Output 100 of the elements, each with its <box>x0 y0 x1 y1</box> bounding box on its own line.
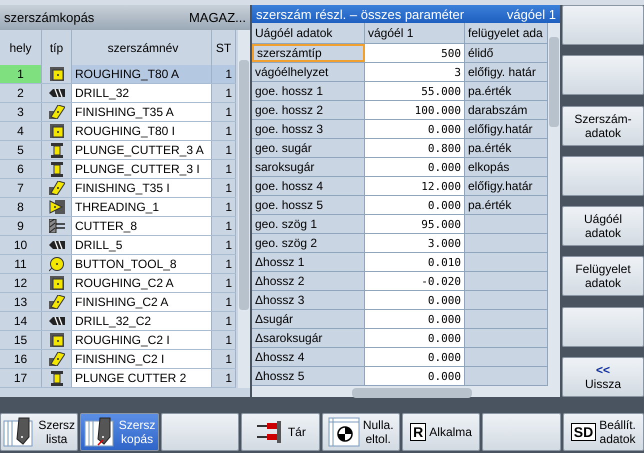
tool-row[interactable]: 16 FINISHING_C2 I 1 <box>0 350 236 369</box>
tool-row[interactable]: 9 CUTTER_8 1 <box>0 217 236 236</box>
table-cell: 8 <box>0 198 42 216</box>
table-cell: 17 <box>0 369 42 387</box>
tool-row[interactable]: 5 PLUNGE_CUTTER_3 A 1 <box>0 141 236 160</box>
table-cell: 0.000 <box>365 329 465 348</box>
table-cell: 1 <box>212 350 236 368</box>
tool-row[interactable]: 14 DRILL_32_C2 1 <box>0 312 236 331</box>
softkey-button[interactable] <box>160 413 240 451</box>
tool-row[interactable]: 11 BUTTON_TOOL_8 1 <box>0 255 236 274</box>
table-cell: 7 <box>0 179 42 197</box>
table-cell[interactable]: szerszámtíp <box>252 44 365 62</box>
table-cell: 1 <box>212 198 236 216</box>
horizontal-scrollbar[interactable] <box>252 386 560 397</box>
softkey-button[interactable]: Tár <box>241 413 320 451</box>
softkey-button[interactable]: Szerszám- adatok <box>562 106 644 146</box>
softkey-button[interactable]: Nulla. eltol. <box>322 413 400 451</box>
drill-icon <box>48 241 64 249</box>
tool-row[interactable]: 4 ROUGHING_T80 I 1 <box>0 122 236 141</box>
tool-row[interactable]: 13 FINISHING_C2 A 1 <box>0 293 236 312</box>
table-cell[interactable]: Δhossz 4 <box>252 348 365 366</box>
table-cell: 1 <box>212 141 236 159</box>
diamond-insert-icon <box>48 181 64 195</box>
square-insert-icon <box>50 124 64 138</box>
table-cell: 15 <box>0 331 42 349</box>
table-cell: 12.000 <box>365 177 465 196</box>
table-cell: 16 <box>0 350 42 368</box>
letter-icon: R <box>410 423 426 441</box>
table-cell: 1 <box>212 236 236 254</box>
table-cell: 0.000 <box>365 291 465 310</box>
softkey-button[interactable]: Felügyelet adatok <box>562 256 644 296</box>
triangle-insert-icon <box>48 200 64 214</box>
tool-row[interactable]: 2 DRILL_32 1 <box>0 84 236 103</box>
table-cell: 0.010 <box>365 253 465 272</box>
panel-title: szerszám részl. – összes paraméter <box>256 6 464 22</box>
table-cell[interactable]: Δhossz 3 <box>252 291 365 310</box>
table-cell: 4 <box>0 122 42 140</box>
table-cell: 1 <box>212 217 236 235</box>
diamond-insert-icon <box>48 295 64 309</box>
table-cell: 5 <box>0 141 42 159</box>
drill-icon <box>48 317 64 325</box>
table-cell: 0.000 <box>365 310 465 328</box>
table-cell: 1 <box>212 103 236 121</box>
panel-title: szerszámkopás <box>4 10 94 25</box>
table-cell[interactable]: Δsugár <box>252 310 365 328</box>
table-cell[interactable]: vágóélhelyzet <box>252 63 365 82</box>
table-cell: 3.000 <box>365 234 465 252</box>
table-cell: 95.000 <box>365 215 465 234</box>
softkey-button[interactable]: Szersz kopás <box>80 413 159 451</box>
softkey-button[interactable] <box>562 5 644 45</box>
plunge-insert-icon <box>50 162 62 176</box>
table-cell[interactable]: Δhossz 1 <box>252 253 365 272</box>
square-insert-icon <box>50 276 64 290</box>
tool-row[interactable]: 7 FINISHING_T35 I 1 <box>0 179 236 198</box>
table-cell: 3 <box>365 63 465 82</box>
vertical-scrollbar[interactable] <box>238 30 250 388</box>
vertical-scrollbar[interactable] <box>548 23 560 386</box>
plunge-insert-icon <box>50 370 62 386</box>
softkey-button[interactable]: << Uissza <box>562 356 644 397</box>
tool-row[interactable]: 8 THREADING_1 1 <box>0 198 236 217</box>
tool-holder-icon <box>84 417 116 447</box>
table-cell[interactable]: Δsaroksugár <box>252 329 365 348</box>
table-cell: 0.000 <box>365 120 465 138</box>
softkey-button[interactable]: R Alkalma <box>402 413 480 451</box>
diamond-insert-icon <box>48 352 64 366</box>
tool-row[interactable]: 3 FINISHING_T35 A 1 <box>0 103 236 122</box>
table-cell: 0.000 <box>365 196 465 214</box>
tool-row[interactable]: 10 DRILL_5 1 <box>0 236 236 255</box>
table-cell: ROUGHING_T80 A <box>72 65 212 83</box>
softkey-button[interactable] <box>482 413 561 451</box>
table-cell: 0.000 <box>365 158 465 176</box>
tool-row[interactable]: 15 ROUGHING_C2 I 1 <box>0 331 236 350</box>
table-cell: 9 <box>0 217 42 235</box>
softkey-button[interactable] <box>562 306 644 347</box>
tool-row[interactable]: 12 ROUGHING_C2 A 1 <box>0 274 236 293</box>
table-cell: -0.020 <box>365 272 465 290</box>
cutting-edge-label: vágóel 1 <box>506 6 556 22</box>
softkey-button[interactable] <box>562 55 644 96</box>
table-cell[interactable]: Δhossz 2 <box>252 272 365 290</box>
magazine-label: MAGAZ... <box>188 10 246 25</box>
table-cell: 1 <box>212 179 236 197</box>
tool-row[interactable]: 6 PLUNGE_CUTTER_3 I 1 <box>0 160 236 179</box>
table-cell[interactable]: saroksugár <box>252 158 365 176</box>
table-cell: 500 <box>365 44 465 62</box>
table-cell: 1 <box>212 369 236 387</box>
diamond-insert-icon <box>48 105 64 119</box>
table-cell: 11 <box>0 255 42 273</box>
tool-row[interactable]: 17 PLUNGE CUTTER 2 1 <box>0 369 236 388</box>
tool-row[interactable]: 1 ROUGHING_T80 A 1 <box>0 65 236 84</box>
table-cell: 0.000 <box>365 367 465 386</box>
table-cell: 100.000 <box>365 101 465 120</box>
table-cell: 14 <box>0 312 42 330</box>
table-cell: 1 <box>212 293 236 311</box>
softkey-button[interactable]: Szersz lista <box>0 413 78 451</box>
table-cell: 1 <box>212 84 236 102</box>
table-cell: 1 <box>0 65 42 83</box>
softkey-button[interactable]: Uágóél adatok <box>562 206 644 246</box>
table-cell: 10 <box>0 236 42 254</box>
softkey-button[interactable] <box>562 156 644 196</box>
table-cell[interactable]: Δhossz 5 <box>252 367 365 386</box>
